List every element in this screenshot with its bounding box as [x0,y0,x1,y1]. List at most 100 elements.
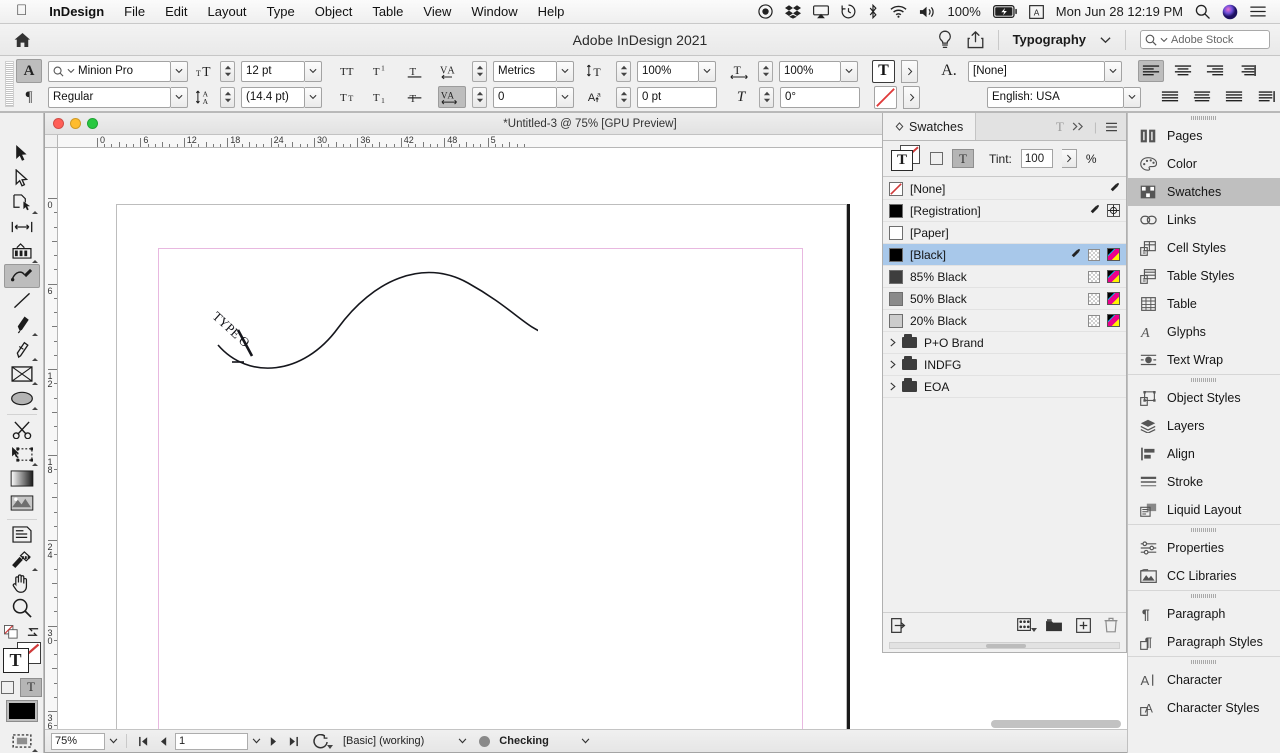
font-size-dropdown[interactable] [305,61,322,82]
justify-center-button[interactable] [1189,86,1215,108]
swatch-chip[interactable] [889,248,903,262]
page-tool[interactable] [4,190,40,215]
dock-item-character-styles[interactable]: ACharacter Styles [1128,694,1280,722]
dock-item-properties[interactable]: Properties [1128,534,1280,562]
tint-input[interactable]: 100 [1021,149,1053,168]
scissors-tool[interactable] [4,418,40,443]
home-button[interactable] [0,32,44,48]
swatch-chip[interactable] [889,292,903,306]
swatch-chip[interactable] [889,270,903,284]
kerning-combo[interactable]: Metrics [493,61,574,82]
fill-color-proxy[interactable]: T [872,60,895,83]
swatch-row[interactable]: [Black] [883,244,1126,266]
align-right-button[interactable] [1202,60,1228,82]
baseline-shift-stepper[interactable] [616,87,631,108]
dock-item-align[interactable]: Align [1128,440,1280,468]
character-formatting-button[interactable]: A [16,59,42,83]
dock-item-color[interactable]: Color [1128,150,1280,178]
language-input[interactable]: English: USA [987,87,1124,108]
swatch-row[interactable]: 20% Black [883,310,1126,332]
horizontal-scale-stepper[interactable] [758,61,773,82]
menu-view[interactable]: View [413,4,461,19]
tool-flyout-indicator[interactable] [32,257,38,263]
menu-type[interactable]: Type [257,4,305,19]
dock-group-grip[interactable] [1128,375,1280,384]
share-icon[interactable] [967,30,984,49]
swatch-chip[interactable] [889,314,903,328]
character-style-dropdown[interactable] [1105,61,1122,82]
tool-flyout-indicator[interactable] [32,379,38,385]
dock-item-stroke[interactable]: Stroke [1128,468,1280,496]
strikethrough-button[interactable]: T [402,86,428,108]
next-page-button[interactable] [265,736,281,747]
swatch-row[interactable]: EOA [883,376,1126,398]
small-caps-button[interactable]: TT [338,86,364,108]
menu-layout[interactable]: Layout [198,4,257,19]
horizontal-scale-combo[interactable]: 100% [779,61,858,82]
swatch-chip[interactable] [889,204,903,218]
swatch-chip-none[interactable] [889,182,903,196]
font-family-input[interactable]: Minion Pro [48,61,171,82]
tool-flyout-indicator[interactable] [32,460,38,466]
dock-item-links[interactable]: Links [1128,206,1280,234]
preflight-dropdown[interactable] [581,738,590,744]
tool-flyout-indicator[interactable] [32,208,38,214]
leading-dropdown[interactable] [305,87,322,108]
menu-edit[interactable]: Edit [155,4,197,19]
swatch-row[interactable]: 50% Black [883,288,1126,310]
tint-disc-icon[interactable] [1088,249,1100,261]
language-dropdown[interactable] [1124,87,1141,108]
last-page-button[interactable] [285,736,301,747]
dock-item-glyphs[interactable]: AGlyphs [1128,318,1280,346]
spotlight-search-icon[interactable] [1195,4,1210,19]
font-size-stepper[interactable] [220,61,235,82]
swatches-list[interactable]: [None][Registration][Paper][Black]85% Bl… [883,178,1126,612]
superscript-button[interactable]: T1 [370,60,396,82]
gradient-feather-tool[interactable] [4,491,40,516]
horizontal-scale-input[interactable]: 100% [779,61,841,82]
panel-menu-icon[interactable] [1105,122,1118,132]
pen-tool[interactable] [4,313,40,338]
stroke-none-proxy[interactable] [874,86,897,109]
panel-format-container-button[interactable] [930,152,943,165]
tint-disc-icon[interactable] [1088,315,1100,327]
character-style-input[interactable]: [None] [968,61,1105,82]
volume-icon[interactable] [919,5,936,19]
screen-mode-button[interactable] [4,729,40,753]
delete-swatch-icon[interactable] [1104,617,1118,633]
fill-stroke-proxy[interactable]: T [3,642,41,675]
panel-format-text-button[interactable]: T [952,149,974,168]
panel-fill-stroke-proxy[interactable]: T [891,145,921,172]
wifi-icon[interactable] [890,5,907,18]
battery-charging-icon[interactable] [993,5,1017,18]
tint-slider-arrow[interactable] [1062,149,1077,168]
swatch-lock-icon[interactable] [1107,182,1120,195]
registration-mark-icon[interactable] [1107,204,1120,217]
vertical-ruler[interactable]: 061 21 82 43 03 6 [45,148,58,729]
gradient-swatch-tool[interactable] [4,467,40,492]
swatch-lock-icon[interactable] [1068,248,1081,261]
formatting-affects-container-button[interactable] [1,681,14,694]
skew-input[interactable]: 0° [780,87,860,108]
cmyk-color-mode-icon[interactable] [1107,314,1120,327]
tool-flyout-indicator[interactable] [32,355,38,361]
dock-item-liquid-layout[interactable]: Liquid Layout [1128,496,1280,524]
font-style-combo[interactable]: Regular [48,87,188,108]
dock-item-cell-styles[interactable]: Cell Styles [1128,234,1280,262]
font-size-combo[interactable]: 12 pt [241,61,322,82]
all-caps-button[interactable]: TT [338,60,364,82]
tint-disc-icon[interactable] [1088,271,1100,283]
gap-tool[interactable] [4,215,40,240]
adobe-stock-search[interactable]: Adobe Stock [1140,30,1270,49]
menubar-clock[interactable]: Mon Jun 28 12:19 PM [1056,4,1183,19]
note-tool[interactable] [4,523,40,548]
page-number-field[interactable]: 1 [175,733,248,750]
skew-stepper[interactable] [759,87,774,108]
kerning-stepper[interactable] [472,61,487,82]
zoom-tool[interactable] [4,596,40,621]
new-swatch-icon[interactable] [1076,618,1091,633]
hand-tool[interactable] [4,572,40,597]
help-bulb-icon[interactable] [937,30,953,49]
dock-item-layers[interactable]: Layers [1128,412,1280,440]
align-left-button[interactable] [1138,60,1164,82]
